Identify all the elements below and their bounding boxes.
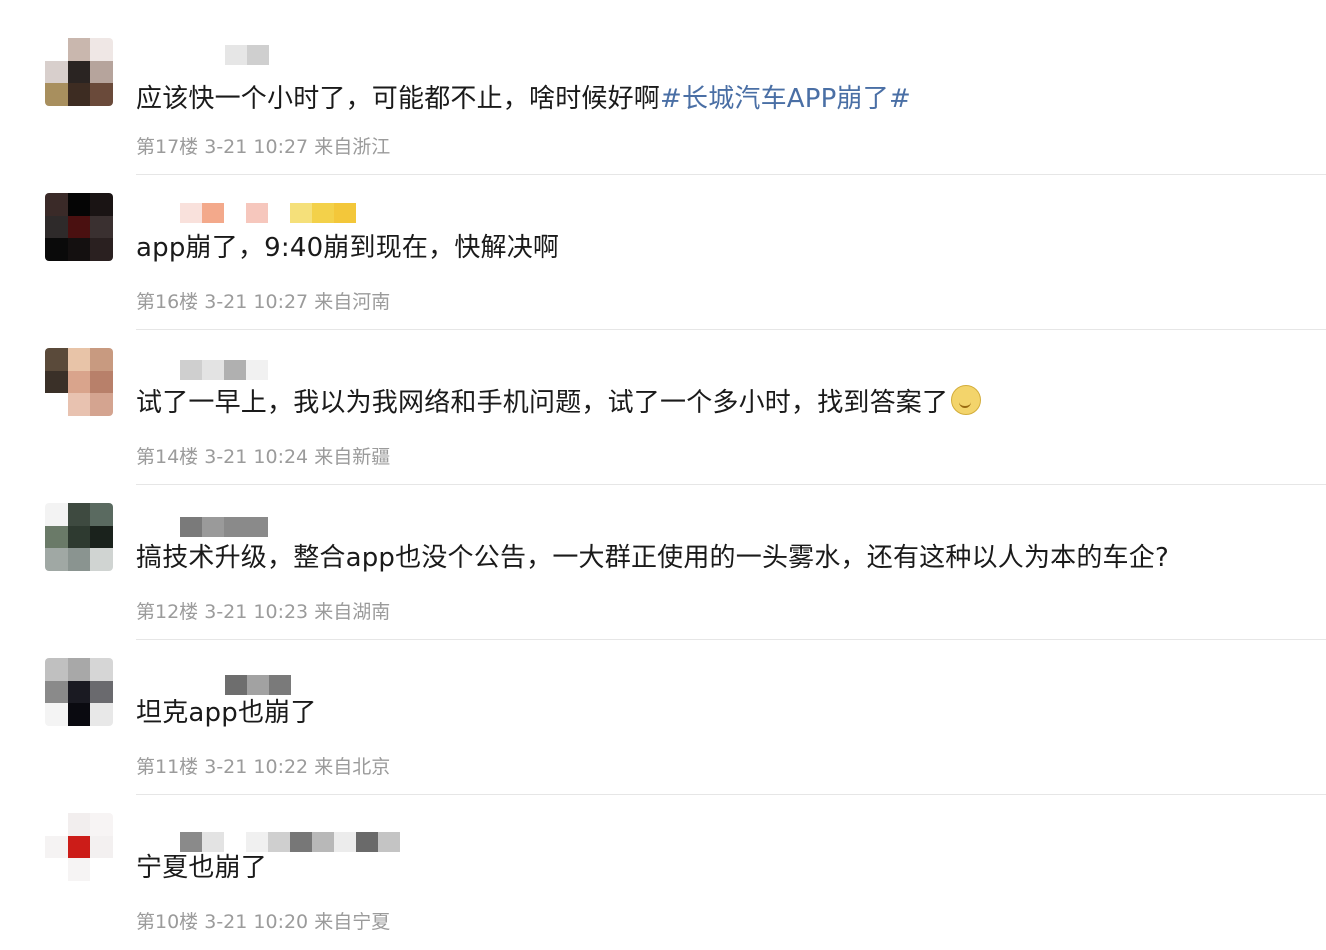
comment-text: 坦克app也崩了 [136, 698, 317, 728]
comment-item: 坦克app也崩了 第11楼 3-21 10:22 来自北京 [0, 620, 1326, 795]
username-pixelated[interactable] [225, 45, 269, 65]
avatar[interactable] [45, 813, 113, 881]
avatar[interactable] [45, 38, 113, 106]
comment-meta: 第10楼 3-21 10:20 来自宁夏 [136, 911, 391, 933]
comment-text: 试了一早上，我以为我网络和手机问题，试了一个多小时，找到答案了 [136, 382, 982, 419]
smile-emoji-icon [951, 385, 982, 415]
comment-text: app崩了，9:40崩到现在，快解决啊 [136, 233, 560, 263]
avatar[interactable] [45, 193, 113, 261]
comment-item: 搞技术升级，整合app也没个公告，一大群正使用的一头雾水，还有这种以人为本的车企… [0, 465, 1326, 640]
avatar[interactable] [45, 348, 113, 416]
avatar[interactable] [45, 658, 113, 726]
username-pixelated[interactable] [180, 360, 268, 380]
avatar[interactable] [45, 503, 113, 571]
comment-text: 搞技术升级，整合app也没个公告，一大群正使用的一头雾水，还有这种以人为本的车企… [136, 543, 1169, 573]
comment-item: 试了一早上，我以为我网络和手机问题，试了一个多小时，找到答案了 第14楼 3-2… [0, 310, 1326, 485]
comment-text: 宁夏也崩了 [136, 853, 268, 883]
comment-item: 应该快一个小时了，可能都不止，啥时候好啊#长城汽车APP崩了# 第17楼 3-2… [0, 0, 1326, 175]
comment-item: app崩了，9:40崩到现在，快解决啊 第16楼 3-21 10:27 来自河南 [0, 155, 1326, 330]
topic-link[interactable]: #长城汽车APP崩了# [660, 84, 911, 114]
username-pixelated[interactable] [180, 203, 356, 223]
username-pixelated[interactable] [180, 517, 268, 537]
comment-text: 应该快一个小时了，可能都不止，啥时候好啊#长城汽车APP崩了# [136, 84, 911, 114]
comment-item: 宁夏也崩了 第10楼 3-21 10:20 来自宁夏 [0, 775, 1326, 933]
